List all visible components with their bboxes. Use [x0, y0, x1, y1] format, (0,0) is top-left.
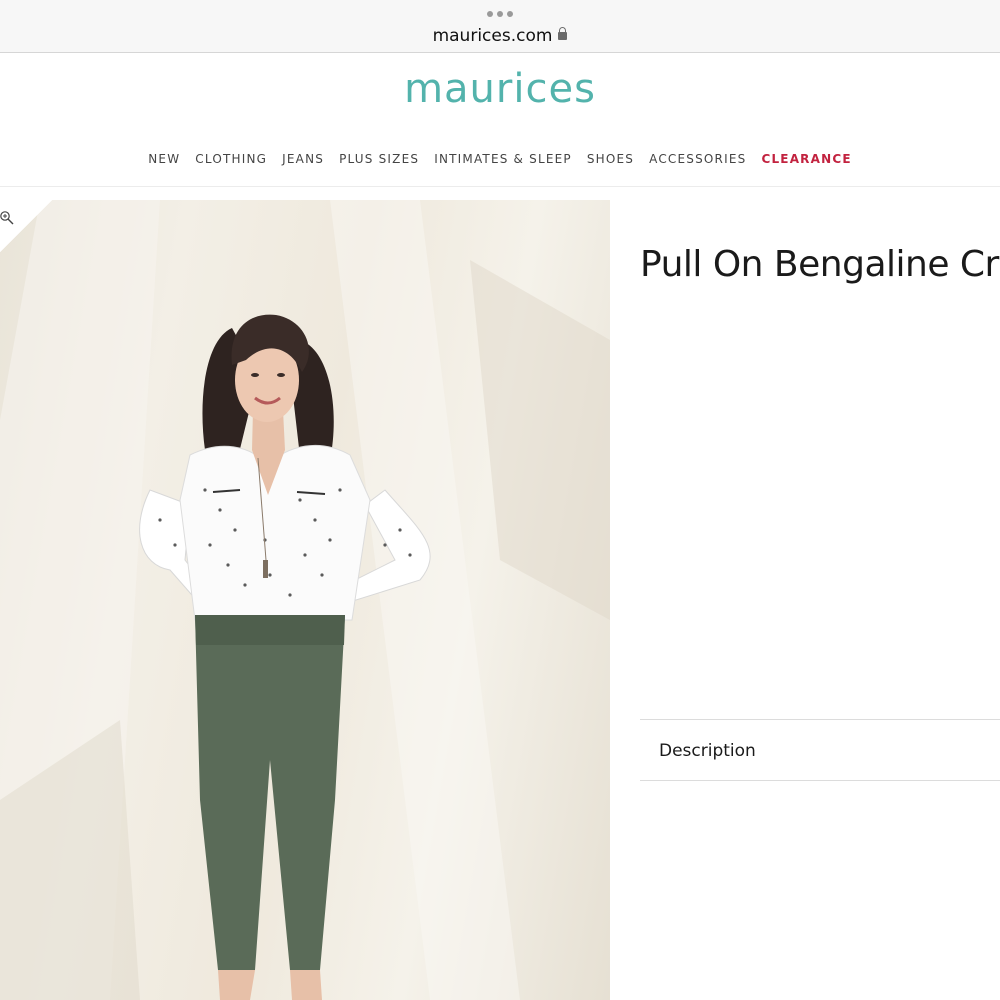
- nav-item-plus-sizes[interactable]: PLUS SIZES: [339, 152, 419, 166]
- zoom-in-icon[interactable]: [0, 211, 14, 225]
- model-photo: [0, 200, 610, 1000]
- description-label: Description: [659, 741, 756, 761]
- nav-item-clothing[interactable]: CLOTHING: [195, 152, 267, 166]
- site-logo[interactable]: maurices: [0, 66, 1000, 112]
- product-title: Pull On Bengaline Crop: [640, 244, 1000, 285]
- lock-icon: [558, 27, 568, 40]
- header-divider: [0, 186, 1000, 187]
- zoom-corner: [0, 200, 52, 252]
- nav-item-shoes[interactable]: SHOES: [587, 152, 634, 166]
- browser-toolbar: maurices.com: [0, 0, 1000, 53]
- product-image[interactable]: [0, 200, 610, 1000]
- nav-item-accessories[interactable]: ACCESSORIES: [649, 152, 746, 166]
- url-text: maurices.com: [432, 26, 553, 46]
- description-divider-bottom: [640, 780, 1000, 781]
- more-dots-icon[interactable]: [487, 11, 513, 19]
- address-bar[interactable]: maurices.com: [0, 26, 1000, 46]
- nav-item-new[interactable]: NEW: [148, 152, 180, 166]
- nav-item-jeans[interactable]: JEANS: [282, 152, 324, 166]
- nav-item-intimates-sleep[interactable]: INTIMATES & SLEEP: [434, 152, 572, 166]
- main-nav: NEW CLOTHING JEANS PLUS SIZES INTIMATES …: [0, 152, 1000, 166]
- nav-item-clearance[interactable]: CLEARANCE: [761, 152, 851, 166]
